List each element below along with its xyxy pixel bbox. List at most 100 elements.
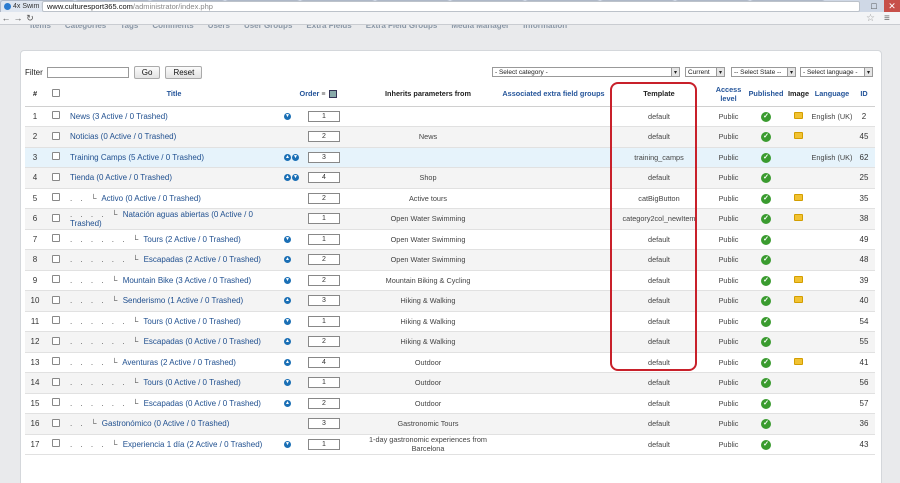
col-published[interactable]: Published <box>746 82 786 107</box>
published-check-icon[interactable]: ✓ <box>761 316 771 327</box>
category-title-link[interactable]: Escapadas (2 Active / 0 Trashed) <box>144 255 261 264</box>
order-input[interactable]: 2 <box>308 254 340 266</box>
filter-input[interactable] <box>46 66 129 78</box>
category-title-link[interactable]: Tours (0 Active / 0 Trashed) <box>143 378 240 387</box>
order-input[interactable]: 1 <box>308 377 340 389</box>
category-title-link[interactable]: Aventuras (2 Active / 0 Trashed) <box>122 358 236 367</box>
row-checkbox[interactable] <box>52 418 60 427</box>
move-down-icon[interactable]: ▼ <box>284 379 291 387</box>
category-title-link[interactable]: Escapadas (0 Active / 0 Trashed) <box>144 399 261 408</box>
row-checkbox[interactable] <box>52 254 60 263</box>
move-down-icon[interactable]: ▼ <box>284 235 291 243</box>
subtab-categories[interactable]: Categories <box>65 25 120 35</box>
category-title-link[interactable]: News (3 Active / 0 Trashed) <box>70 112 168 121</box>
category-title-link[interactable]: Gastronómico (0 Active / 0 Trashed) <box>102 419 230 428</box>
col-language[interactable]: Language <box>811 82 853 107</box>
row-checkbox[interactable] <box>52 131 60 140</box>
row-checkbox[interactable] <box>52 172 60 181</box>
published-check-icon[interactable]: ✓ <box>761 439 771 450</box>
back-icon[interactable]: ← <box>0 13 12 23</box>
published-check-icon[interactable]: ✓ <box>761 111 771 122</box>
order-input[interactable]: 3 <box>308 418 340 430</box>
select-all-checkbox[interactable] <box>52 88 60 97</box>
category-title-link[interactable]: Mountain Bike (3 Active / 0 Trashed) <box>123 276 252 285</box>
go-button[interactable]: Go <box>133 65 161 79</box>
sort-icon[interactable]: ≡ <box>321 90 325 99</box>
published-check-icon[interactable]: ✓ <box>761 296 771 307</box>
category-title-link[interactable]: Senderismo (1 Active / 0 Trashed) <box>123 296 244 305</box>
order-input[interactable]: 1 <box>308 213 340 225</box>
reload-icon[interactable]: ↻ <box>24 13 36 24</box>
url-input[interactable]: www.culturesport365.com/administrator/in… <box>42 1 860 12</box>
menu-icon[interactable]: ≡ <box>884 13 890 24</box>
order-input[interactable]: 3 <box>308 295 340 307</box>
order-input[interactable]: 1 <box>308 233 340 245</box>
save-order-icon[interactable] <box>329 89 338 98</box>
published-check-icon[interactable]: ✓ <box>761 193 771 204</box>
subtab-users[interactable]: Users <box>208 25 244 35</box>
move-down-icon[interactable]: ▼ <box>284 440 291 448</box>
row-checkbox[interactable] <box>52 275 60 284</box>
order-input[interactable]: 4 <box>308 356 340 368</box>
published-check-icon[interactable]: ✓ <box>761 337 771 348</box>
move-down-icon[interactable]: ▼ <box>284 276 291 284</box>
published-check-icon[interactable]: ✓ <box>761 173 771 184</box>
published-check-icon[interactable]: ✓ <box>761 398 771 409</box>
current-select[interactable]: Current ▾ <box>685 67 725 77</box>
published-check-icon[interactable]: ✓ <box>761 152 771 163</box>
published-check-icon[interactable]: ✓ <box>761 419 771 430</box>
row-checkbox[interactable] <box>52 111 60 120</box>
order-input[interactable]: 2 <box>308 336 340 348</box>
order-input[interactable]: 4 <box>308 172 340 184</box>
move-down-icon[interactable]: ▼ <box>292 153 299 161</box>
bookmark-star-icon[interactable]: ☆ <box>866 13 875 24</box>
row-checkbox[interactable] <box>52 295 60 304</box>
col-extra-groups[interactable]: Associated extra field groups <box>500 82 607 107</box>
col-access[interactable]: Access level <box>711 82 746 107</box>
subtab-information[interactable]: Information <box>523 25 581 35</box>
col-title[interactable]: Title <box>67 82 281 107</box>
row-checkbox[interactable] <box>52 193 60 202</box>
published-check-icon[interactable]: ✓ <box>761 234 771 245</box>
row-checkbox[interactable] <box>52 234 60 243</box>
col-order[interactable]: Order ≡ <box>281 82 356 107</box>
language-select[interactable]: - Select language - ▾ <box>800 67 873 77</box>
row-checkbox[interactable] <box>52 398 60 407</box>
close-window-icon[interactable]: ✕ <box>884 0 900 12</box>
published-check-icon[interactable]: ✓ <box>761 357 771 368</box>
order-input[interactable]: 1 <box>308 110 340 122</box>
subtab-user-groups[interactable]: User Groups <box>244 25 306 35</box>
category-title-link[interactable]: Experiencia 1 día (2 Active / 0 Trashed) <box>123 440 263 449</box>
subtab-tags[interactable]: Tags <box>120 25 152 35</box>
order-input[interactable]: 1 <box>308 438 340 450</box>
published-check-icon[interactable]: ✓ <box>761 132 771 143</box>
category-title-link[interactable]: Activo (0 Active / 0 Trashed) <box>101 194 201 203</box>
order-input[interactable]: 3 <box>308 151 340 163</box>
category-title-link[interactable]: Noticias (0 Active / 0 Trashed) <box>70 132 176 141</box>
maximize-icon[interactable]: □ <box>866 0 882 12</box>
category-title-link[interactable]: Tienda (0 Active / 0 Trashed) <box>70 173 172 182</box>
row-checkbox[interactable] <box>52 316 60 325</box>
move-up-icon[interactable]: ▲ <box>284 256 291 264</box>
subtab-comments[interactable]: Comments <box>152 25 207 35</box>
move-up-icon[interactable]: ▲ <box>284 174 291 182</box>
row-checkbox[interactable] <box>52 213 60 222</box>
published-check-icon[interactable]: ✓ <box>761 214 771 225</box>
category-title-link[interactable]: Training Camps (5 Active / 0 Trashed) <box>70 153 204 162</box>
move-down-icon[interactable]: ▼ <box>284 112 291 120</box>
category-title-link[interactable]: Tours (0 Active / 0 Trashed) <box>143 317 240 326</box>
order-input[interactable]: 2 <box>308 397 340 409</box>
row-checkbox[interactable] <box>52 439 60 448</box>
subtab-extra-fields[interactable]: Extra Fields <box>306 25 365 35</box>
row-checkbox[interactable] <box>52 377 60 386</box>
move-up-icon[interactable]: ▲ <box>284 399 291 407</box>
forward-icon[interactable]: → <box>12 13 24 23</box>
row-checkbox[interactable] <box>52 357 60 366</box>
move-up-icon[interactable]: ▲ <box>284 338 291 346</box>
subtab-media-manager[interactable]: Media Manager <box>451 25 523 35</box>
category-select[interactable]: - Select category - ▾ <box>492 67 680 77</box>
published-check-icon[interactable]: ✓ <box>761 378 771 389</box>
move-down-icon[interactable]: ▼ <box>284 317 291 325</box>
move-up-icon[interactable]: ▲ <box>284 153 291 161</box>
col-id[interactable]: ID <box>853 82 875 107</box>
